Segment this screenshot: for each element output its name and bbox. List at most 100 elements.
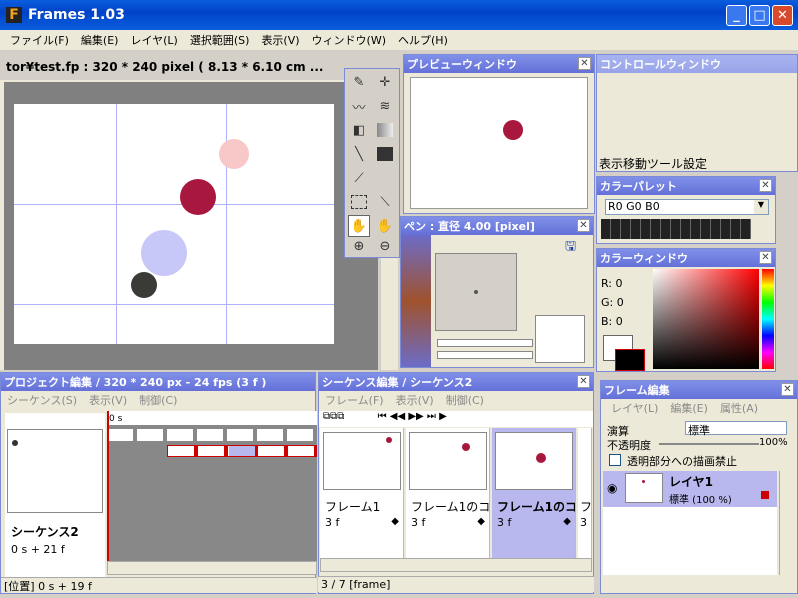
rotate-hand-tool-icon[interactable]: ✋ xyxy=(374,215,396,237)
frame-name-1: フレーム1 xyxy=(325,500,381,514)
pen-dot xyxy=(474,290,478,294)
gradient-tool-icon[interactable] xyxy=(374,119,396,141)
palette-swatches[interactable] xyxy=(601,219,751,239)
menu-window[interactable]: ウィンドウ(W) xyxy=(306,32,392,48)
palette-select[interactable]: R0 G0 B0 ▼ xyxy=(605,199,769,215)
pen-close-icon[interactable]: ✕ xyxy=(577,219,590,232)
copy-frame-icon[interactable]: ⧉⧉⧉ xyxy=(323,411,344,422)
app-title: Frames 1.03 xyxy=(28,7,125,23)
pink-circle[interactable] xyxy=(219,139,249,169)
move-tool-icon[interactable]: ✛ xyxy=(374,71,396,93)
minimize-button[interactable]: _ xyxy=(726,5,747,26)
draw-lock-checkbox[interactable] xyxy=(609,454,621,466)
palette-close-icon[interactable]: ✕ xyxy=(759,179,772,192)
maximize-button[interactable]: □ xyxy=(749,5,770,26)
eyedropper-tool-icon[interactable]: ⟋ xyxy=(348,167,370,189)
timeline-track-1[interactable] xyxy=(107,429,317,441)
spinner-icon[interactable]: ◆ xyxy=(563,516,571,527)
pen-slider-2[interactable] xyxy=(437,351,533,359)
frame-menu-layer[interactable]: レイヤ(L) xyxy=(601,400,664,416)
spinner-icon[interactable]: ◆ xyxy=(477,516,485,527)
eye-icon[interactable]: ◉ xyxy=(607,481,617,495)
sequence-menu-view[interactable]: 表示(V) xyxy=(390,392,440,408)
layer-scrollbar[interactable] xyxy=(779,471,795,575)
opacity-label: 不透明度 xyxy=(607,439,651,452)
frame-duration-4[interactable]: 3 xyxy=(580,516,587,529)
menu-edit[interactable]: 編集(E) xyxy=(75,32,125,48)
preview-window: プレビューウィンドウ ✕ xyxy=(403,54,595,214)
layer-row[interactable]: ◉ レイヤ1 標準 (100 %) xyxy=(603,471,777,507)
pen-slider-1[interactable] xyxy=(437,339,533,347)
drawing-canvas[interactable] xyxy=(14,104,334,344)
zoom-out-icon[interactable]: ⊖ xyxy=(374,235,396,257)
menu-layer[interactable]: レイヤ(L) xyxy=(124,32,183,48)
sequence-frame-4[interactable]: フ 3 xyxy=(578,428,592,558)
timeline-current-frame[interactable] xyxy=(229,446,255,456)
fg-color-swatch[interactable] xyxy=(615,349,645,371)
sequence-frame-1[interactable]: フレーム1 3 f ◆ xyxy=(320,428,404,558)
timeline[interactable]: 0 s xyxy=(107,411,317,561)
preview-close-icon[interactable]: ✕ xyxy=(578,57,591,70)
close-button[interactable]: ✕ xyxy=(772,5,793,26)
magic-wand-tool-icon[interactable]: ⟍ xyxy=(374,191,396,213)
hue-slider[interactable] xyxy=(762,269,774,369)
canvas-area[interactable] xyxy=(4,82,378,370)
thumb-dot xyxy=(12,440,18,446)
frame-edit-title-text: フレーム編集 xyxy=(604,384,670,397)
frame-duration-1[interactable]: 3 f xyxy=(325,516,339,529)
pen-curve-graph[interactable] xyxy=(535,315,585,363)
sequence-frame-3[interactable]: フレーム1のコ 3 f ◆ xyxy=(492,428,576,558)
playback-controls[interactable]: ⏮ ◀◀ ▶▶ ⏭ ▶ xyxy=(378,411,447,422)
hand-tool-icon[interactable]: ✋ xyxy=(348,215,370,237)
lavender-circle[interactable] xyxy=(141,230,187,276)
frame-menu-edit[interactable]: 編集(E) xyxy=(664,400,714,416)
frame-menu-attr[interactable]: 属性(A) xyxy=(714,400,764,416)
smudge-tool-icon[interactable]: ≋ xyxy=(374,95,396,117)
brush-tool-icon[interactable]: 〰 xyxy=(348,95,370,117)
fill-tool-icon[interactable]: ◧ xyxy=(348,119,370,141)
timeline-ruler: 0 s xyxy=(107,411,317,425)
project-menu-sequence[interactable]: シーケンス(S) xyxy=(1,392,83,408)
sequence-menu-frame[interactable]: フレーム(F) xyxy=(319,392,390,408)
sequence-close-icon[interactable]: ✕ xyxy=(577,375,590,388)
chevron-down-icon[interactable]: ▼ xyxy=(754,200,768,214)
sequence-title: シーケンス編集 / シーケンス2 ✕ xyxy=(319,373,593,391)
sequence-menu-control[interactable]: 制御(C) xyxy=(440,392,490,408)
layer-name: レイヤ1 xyxy=(669,475,713,489)
save-icon[interactable]: 🖫 xyxy=(565,237,583,254)
timeline-playhead[interactable] xyxy=(107,411,109,561)
layer-color-icon xyxy=(761,491,769,499)
sequence-thumb-panel[interactable]: シーケンス2 0 s + 21 f xyxy=(5,413,105,577)
layer-list: ◉ レイヤ1 標準 (100 %) xyxy=(603,471,777,575)
sequence-status: 3 / 7 [frame] xyxy=(318,576,594,592)
opacity-slider[interactable] xyxy=(659,443,759,445)
frame-duration-2[interactable]: 3 f xyxy=(411,516,425,529)
spinner-icon[interactable]: ◆ xyxy=(391,516,399,527)
menu-view[interactable]: 表示(V) xyxy=(255,32,305,48)
sequence-scrollbar[interactable] xyxy=(320,558,592,572)
project-menu-control[interactable]: 制御(C) xyxy=(133,392,183,408)
pencil-tool-icon[interactable]: ✎ xyxy=(348,71,370,93)
color-b-label: B: 0 xyxy=(601,315,623,328)
crimson-circle[interactable] xyxy=(180,179,216,215)
preview-title-text: プレビューウィンドウ xyxy=(407,58,517,71)
sequence-frame-2[interactable]: フレーム1のコピ 3 f ◆ xyxy=(406,428,490,558)
pen-brush-list[interactable] xyxy=(401,235,431,367)
draw-lock-label: 透明部分への描画禁止 xyxy=(627,455,737,468)
color-window-close-icon[interactable]: ✕ xyxy=(759,251,772,264)
blend-select[interactable]: 標準 xyxy=(685,421,787,437)
select-tool-icon[interactable] xyxy=(348,191,370,213)
preview-title: プレビューウィンドウ ✕ xyxy=(404,55,594,73)
dark-circle[interactable] xyxy=(131,272,157,298)
frame-edit-close-icon[interactable]: ✕ xyxy=(781,383,794,396)
zoom-in-icon[interactable]: ⊕ xyxy=(348,235,370,257)
frame-duration-3[interactable]: 3 f xyxy=(497,516,511,529)
menu-file[interactable]: ファイル(F) xyxy=(4,32,75,48)
menu-help[interactable]: ヘルプ(H) xyxy=(392,32,454,48)
project-menu-view[interactable]: 表示(V) xyxy=(83,392,133,408)
color-gradient-picker[interactable] xyxy=(653,269,759,369)
line-tool-icon[interactable]: ╲ xyxy=(348,143,370,165)
rectangle-tool-icon[interactable] xyxy=(374,143,396,165)
timeline-scrollbar[interactable] xyxy=(107,561,317,575)
menu-selection[interactable]: 選択範囲(S) xyxy=(184,32,256,48)
